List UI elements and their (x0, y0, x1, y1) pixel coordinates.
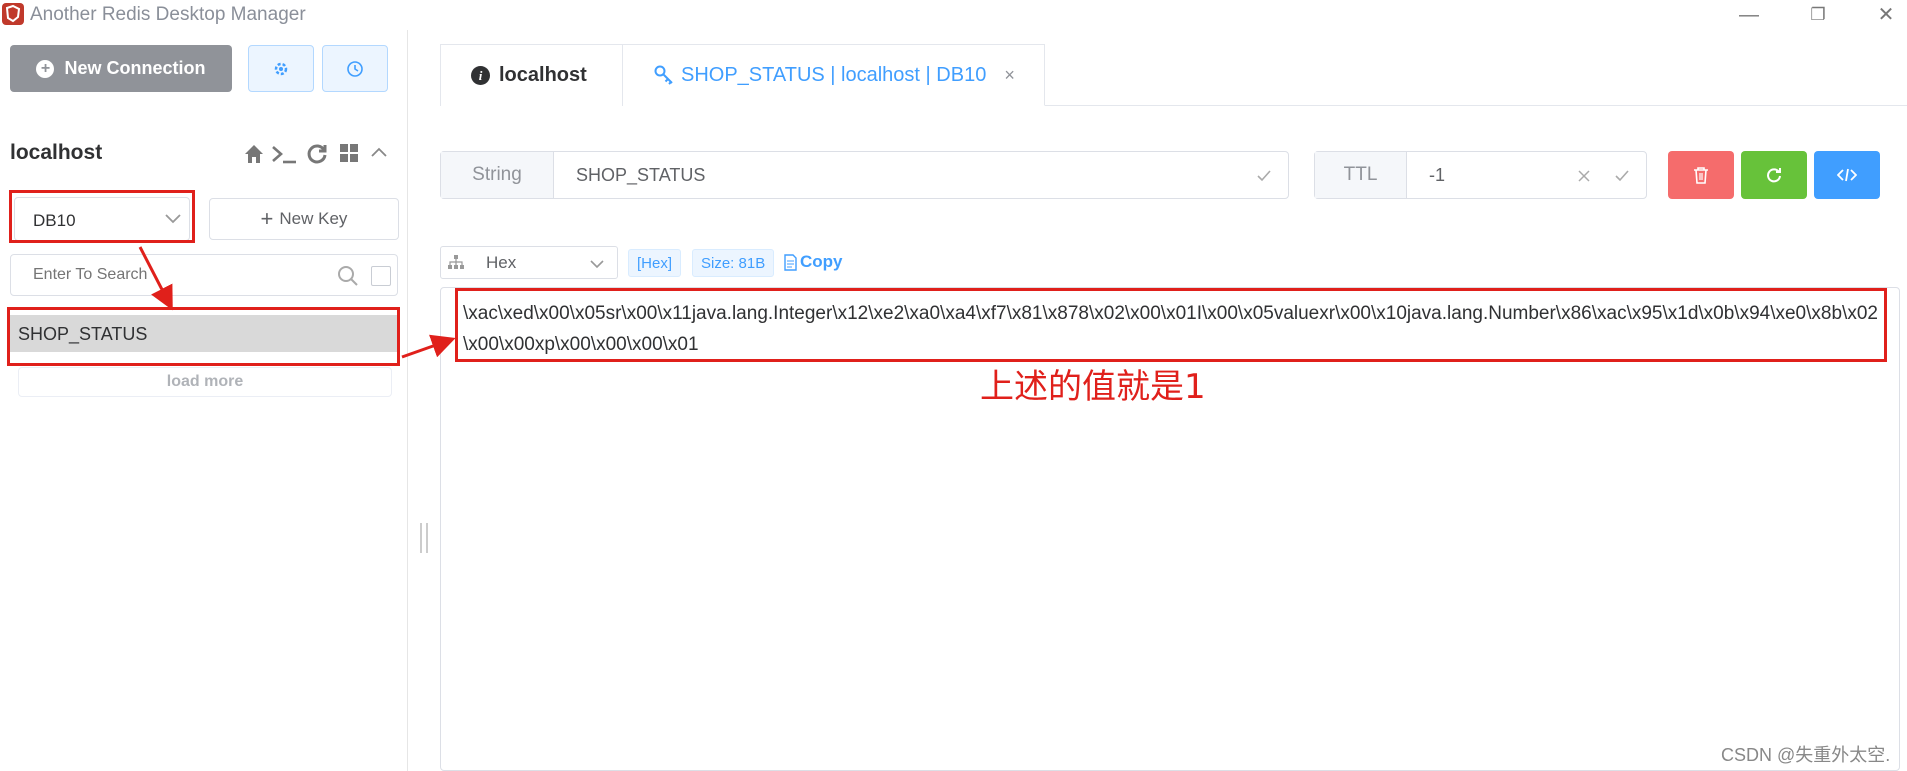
arrow-db-to-key (138, 246, 173, 311)
arrow-key-to-value (401, 334, 456, 359)
annotation-text: 上述的值就是1 (980, 367, 1206, 407)
watermark: CSDN @失重外太空. (1721, 745, 1891, 765)
annotation-arrows (138, 246, 456, 359)
